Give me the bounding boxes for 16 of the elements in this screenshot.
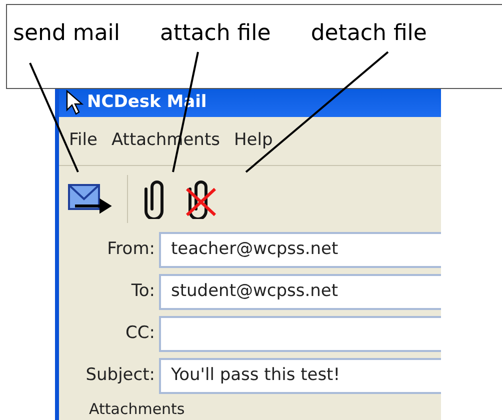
menu-item[interactable]: Help bbox=[234, 128, 273, 154]
callout-label: detach file bbox=[310, 20, 427, 48]
field-label: CC: bbox=[124, 322, 156, 345]
menu-item[interactable]: File bbox=[69, 128, 98, 154]
section-label: Attachments bbox=[89, 398, 186, 420]
field-label: To: bbox=[130, 280, 156, 303]
field-label: From: bbox=[106, 238, 156, 261]
callout-label: send mail bbox=[13, 20, 120, 48]
field-label: Subject: bbox=[84, 364, 156, 387]
envelope-arrow-icon[interactable] bbox=[67, 182, 113, 216]
input-field[interactable]: You'll pass this test! bbox=[159, 358, 441, 394]
crossed-paperclip-icon[interactable] bbox=[186, 178, 216, 219]
callout-label: attach file bbox=[160, 20, 271, 48]
input-field[interactable]: teacher@wcpss.net bbox=[159, 232, 441, 268]
input-field[interactable] bbox=[159, 316, 441, 352]
input-field[interactable]: student@wcpss.net bbox=[159, 274, 441, 310]
